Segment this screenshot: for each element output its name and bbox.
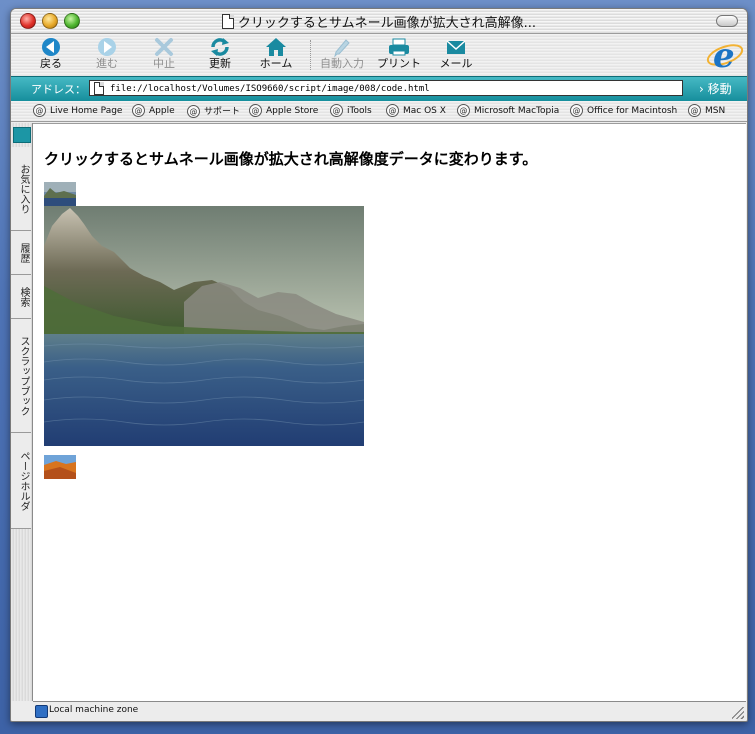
explorer-bar-tabs: お気に入り 履歴 検索 スクラップブック ページホルダ (11, 123, 33, 701)
favorite-link-office-for-macintosh[interactable]: @ Office for Macintosh (570, 104, 677, 117)
svg-text:e: e (713, 36, 735, 74)
favorites-bar: @ Live Home Page @ Apple @ サポート @ Apple Stor… (11, 101, 747, 122)
status-bar: Local machine zone (33, 701, 746, 721)
refresh-icon (195, 36, 245, 58)
stop-button[interactable]: 中止 (139, 36, 189, 74)
forward-arrow-icon (82, 36, 132, 58)
internet-explorer-logo: e (705, 36, 745, 76)
favorite-link-apple[interactable]: @ Apple (132, 104, 175, 117)
document-icon (221, 14, 234, 29)
at-link-icon: @ (249, 104, 262, 117)
toolbar: 戻る 進む 中止 更新 ホーム 自動入力 プリント メール e (11, 34, 747, 76)
toolbar-toggle-button[interactable] (716, 15, 738, 27)
mail-button[interactable]: メール (431, 36, 481, 74)
toolbar-separator (310, 40, 311, 70)
home-icon (251, 36, 301, 58)
thumbnail-image-2[interactable] (44, 455, 76, 479)
at-link-icon: @ (457, 104, 470, 117)
browser-window: クリックするとサムネール画像が拡大され高解像... 戻る 進む 中止 更新 ホー… (10, 8, 748, 722)
home-button[interactable]: ホーム (251, 36, 301, 74)
at-link-icon: @ (570, 104, 583, 117)
autofill-button[interactable]: 自動入力 (317, 36, 367, 74)
print-button[interactable]: プリント (374, 36, 424, 74)
favorite-link-support[interactable]: @ サポート (187, 104, 240, 118)
enlarged-landscape-image[interactable] (44, 206, 364, 446)
favorite-link-itools[interactable]: @ iTools (330, 104, 372, 117)
tab-page-holder[interactable]: ページホルダ (11, 433, 31, 529)
favorite-link-apple-store[interactable]: @ Apple Store (249, 104, 318, 117)
at-link-icon: @ (187, 105, 200, 118)
page-heading: クリックするとサムネール画像が拡大され高解像度データに変わります。 (44, 150, 538, 168)
autofill-pen-icon (317, 36, 367, 58)
explorer-bar-toggle-icon[interactable] (13, 127, 31, 143)
favorite-link-microsoft-mactopia[interactable]: @ Microsoft MacTopia (457, 104, 559, 117)
go-button[interactable]: › 移動 (699, 80, 732, 97)
address-label: アドレス： (31, 83, 86, 96)
at-link-icon: @ (386, 104, 399, 117)
address-input[interactable]: file://localhost/Volumes/ISO9660/script/… (89, 80, 683, 96)
at-link-icon: @ (330, 104, 343, 117)
at-link-icon: @ (132, 104, 145, 117)
at-link-icon: @ (688, 104, 701, 117)
favorite-link-mac-os-x[interactable]: @ Mac OS X (386, 104, 446, 117)
resize-grip-icon[interactable] (732, 707, 744, 719)
security-zone-text: Local machine zone (49, 705, 139, 715)
title-bar[interactable]: クリックするとサムネール画像が拡大され高解像... (11, 9, 747, 34)
go-arrow-icon: › (699, 82, 704, 96)
address-bar: アドレス： file://localhost/Volumes/ISO9660/s… (11, 76, 747, 102)
favorite-link-live-home-page[interactable]: @ Live Home Page (33, 104, 122, 117)
favorite-link-msn[interactable]: @ MSN (688, 104, 725, 117)
back-button[interactable]: 戻る (26, 36, 76, 74)
web-content: クリックするとサムネール画像が拡大され高解像度データに変わります。 (33, 123, 746, 701)
forward-button[interactable]: 進む (82, 36, 132, 74)
at-link-icon: @ (33, 104, 46, 117)
security-zone-icon (35, 705, 48, 718)
back-arrow-icon (26, 36, 76, 58)
stop-x-icon (139, 36, 189, 58)
tab-favorites[interactable]: お気に入り (11, 147, 31, 231)
page-document-icon (94, 82, 104, 95)
tab-history[interactable]: 履歴 (11, 231, 31, 275)
tab-search[interactable]: 検索 (11, 275, 31, 319)
tab-scrapbook[interactable]: スクラップブック (11, 319, 31, 433)
window-title: クリックするとサムネール画像が拡大され高解像... (11, 12, 747, 31)
printer-icon (374, 36, 424, 58)
thumbnail-image-1[interactable] (44, 182, 76, 206)
refresh-button[interactable]: 更新 (195, 36, 245, 74)
mail-envelope-icon (431, 36, 481, 58)
